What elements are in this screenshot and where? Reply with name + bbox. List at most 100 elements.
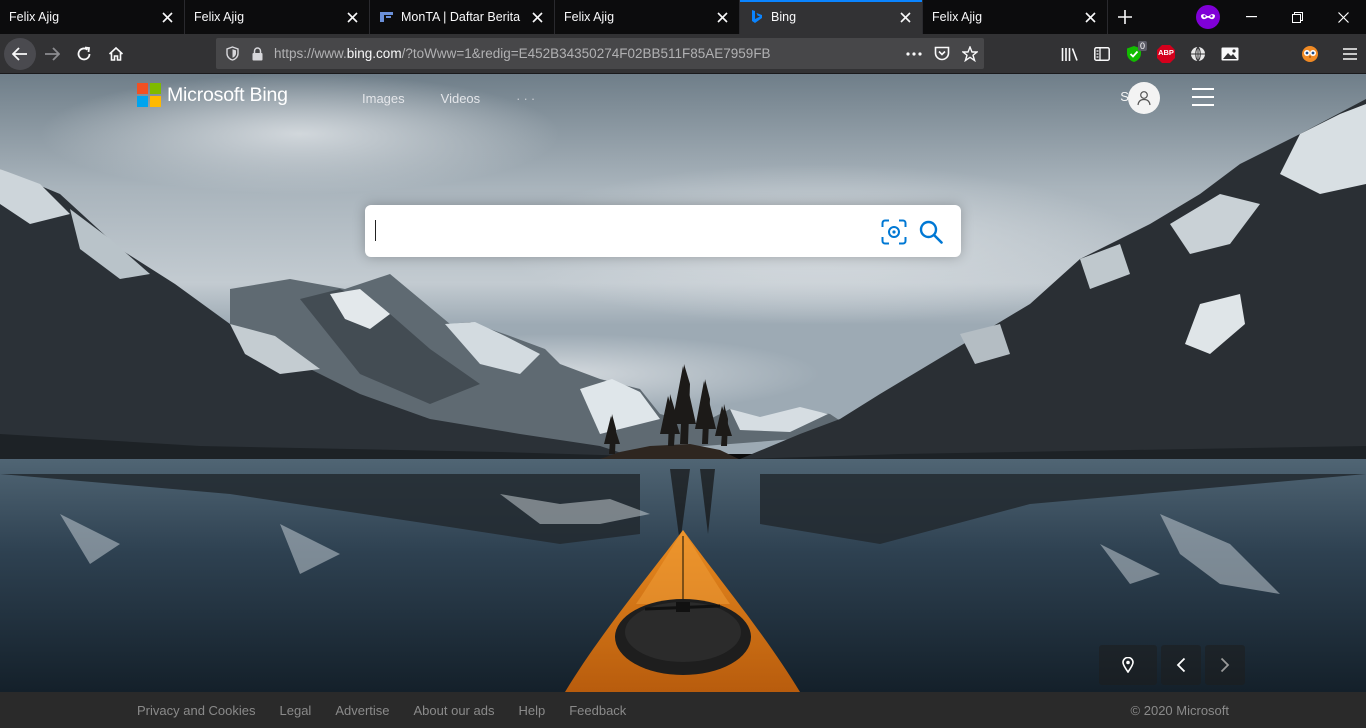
privacy-and-cookies-link[interactable]: Privacy and Cookies — [137, 703, 256, 718]
feedback-link[interactable]: Feedback — [569, 703, 626, 718]
logo-square-green — [150, 83, 161, 94]
search-box — [365, 205, 961, 257]
globe-extension-button[interactable] — [1182, 38, 1214, 70]
bookmark-star-button[interactable] — [956, 40, 984, 68]
logo-square-yellow — [150, 96, 161, 107]
close-icon — [1337, 11, 1349, 23]
restore-button[interactable] — [1274, 0, 1320, 34]
minimize-button[interactable] — [1228, 0, 1274, 34]
image-extension-button[interactable] — [1214, 38, 1246, 70]
forward-button[interactable] — [36, 38, 68, 70]
footer-links: Privacy and Cookies Legal Advertise Abou… — [137, 703, 650, 718]
account-avatar[interactable] — [1128, 82, 1160, 114]
close-window-button[interactable] — [1320, 0, 1366, 34]
search-button[interactable] — [916, 217, 946, 247]
adblock-plus-button[interactable]: ABP — [1150, 38, 1182, 70]
tab-felix-ajig-4[interactable]: Felix Ajig — [923, 0, 1108, 34]
page-actions-button[interactable] — [900, 40, 928, 68]
nav-videos-link[interactable]: Videos — [441, 91, 481, 106]
tab-strip: Felix Ajig Felix Ajig MonTA | Daftar Ber… — [0, 0, 1366, 34]
search-input[interactable] — [377, 205, 867, 257]
sidebar-button[interactable] — [1086, 38, 1118, 70]
next-image-button[interactable] — [1205, 645, 1245, 685]
tab-felix-ajig-1[interactable]: Felix Ajig — [0, 0, 185, 34]
about-our-ads-link[interactable]: About our ads — [414, 703, 495, 718]
search-icon — [919, 220, 943, 244]
user-icon — [1137, 91, 1151, 106]
home-icon — [108, 46, 124, 61]
back-button[interactable] — [4, 37, 36, 70]
tab-felix-ajig-2[interactable]: Felix Ajig — [185, 0, 370, 34]
image-location-button[interactable] — [1099, 645, 1157, 685]
more-horizontal-icon — [906, 51, 922, 56]
location-pin-icon — [1122, 657, 1134, 673]
visual-search-icon — [881, 219, 907, 245]
advertise-link[interactable]: Advertise — [335, 703, 389, 718]
close-icon[interactable] — [713, 8, 731, 26]
navigation-toolbar: https://www.bing.com/?toWww=1&redig=E452… — [0, 34, 1366, 74]
menu-bar — [1192, 96, 1214, 98]
extension-shield-button[interactable]: 0 — [1118, 38, 1150, 70]
toolbar-icons: 0 ABP — [1054, 34, 1366, 74]
tab-bing[interactable]: Bing — [740, 0, 923, 34]
close-icon[interactable] — [896, 8, 914, 26]
tab-label: Bing — [771, 10, 797, 24]
text-caret — [375, 220, 376, 241]
logo-square-blue — [137, 96, 148, 107]
tracking-protection-shield-icon[interactable] — [218, 46, 246, 61]
bing-footer: Privacy and Cookies Legal Advertise Abou… — [0, 692, 1366, 728]
chevron-left-icon — [1176, 657, 1186, 673]
bing-brand[interactable]: Microsoft Bing — [137, 83, 288, 107]
previous-image-button[interactable] — [1161, 645, 1201, 685]
address-bar[interactable]: https://www.bing.com/?toWww=1&redig=E452… — [216, 38, 984, 69]
globe-icon — [1191, 46, 1205, 62]
close-icon[interactable] — [528, 8, 546, 26]
pocket-button[interactable] — [928, 40, 956, 68]
close-icon[interactable] — [1081, 8, 1099, 26]
background-lake-mountains-image — [0, 74, 1366, 692]
nav-images-link[interactable]: Images — [362, 91, 405, 106]
library-icon — [1061, 47, 1078, 61]
chevron-right-icon — [1220, 657, 1230, 673]
tab-label: Felix Ajig — [932, 10, 983, 24]
tab-label: Felix Ajig — [194, 10, 245, 24]
reload-icon — [77, 46, 91, 60]
microsoft-logo-icon — [137, 83, 161, 107]
brand-name: Microsoft Bing — [167, 83, 288, 106]
image-icon — [1221, 47, 1239, 61]
arrow-left-icon — [12, 46, 27, 61]
legal-link[interactable]: Legal — [280, 703, 312, 718]
close-icon[interactable] — [343, 8, 361, 26]
tab-label: Felix Ajig — [9, 10, 60, 24]
arrow-right-icon — [45, 46, 60, 61]
close-icon[interactable] — [158, 8, 176, 26]
monta-icon — [379, 9, 395, 25]
pocket-icon — [934, 46, 950, 61]
visual-search-button[interactable] — [879, 217, 909, 247]
copyright-text: © 2020 Microsoft — [1130, 702, 1229, 718]
bing-menu-button[interactable] — [1192, 88, 1214, 106]
new-tab-button[interactable] — [1108, 0, 1142, 34]
lock-icon[interactable] — [246, 46, 268, 61]
tab-label: MonTA | Daftar Berita — [401, 10, 521, 24]
help-link[interactable]: Help — [518, 703, 545, 718]
library-button[interactable] — [1054, 38, 1086, 70]
tab-felix-ajig-3[interactable]: Felix Ajig — [555, 0, 740, 34]
tab-label: Felix Ajig — [564, 10, 615, 24]
abp-label: ABP — [1158, 48, 1174, 57]
menu-bar — [1192, 104, 1214, 106]
menu-bar — [1192, 88, 1214, 90]
url-text[interactable]: https://www.bing.com/?toWww=1&redig=E452… — [268, 46, 900, 61]
reload-button[interactable] — [68, 38, 100, 70]
owl-extension-button[interactable] — [1294, 38, 1326, 70]
minimize-icon — [1245, 16, 1257, 18]
private-browsing-mask-icon[interactable] — [1188, 0, 1228, 34]
more-options-button[interactable]: ··· — [516, 91, 538, 106]
bing-top-nav: Images Videos ··· — [362, 91, 538, 106]
open-menu-button[interactable] — [1334, 38, 1366, 70]
home-button[interactable] — [100, 38, 132, 70]
url-host: bing.com — [346, 46, 402, 61]
tab-monta-daftar-berita[interactable]: MonTA | Daftar Berita — [370, 0, 555, 34]
owl-icon — [1302, 46, 1318, 62]
logo-square-red — [137, 83, 148, 94]
